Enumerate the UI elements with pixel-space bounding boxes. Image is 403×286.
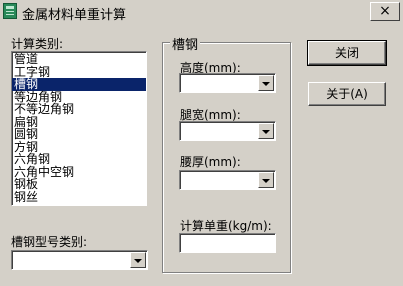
height-select[interactable] xyxy=(179,73,276,93)
category-list-item[interactable]: 管道 xyxy=(12,53,146,66)
type-label: 槽钢型号类别: xyxy=(11,235,88,249)
app-icon xyxy=(3,3,17,19)
category-list-item[interactable]: 钢板 xyxy=(12,178,146,191)
width-select[interactable] xyxy=(179,121,276,141)
unit-weight-output[interactable] xyxy=(179,233,276,253)
thickness-dropdown-icon[interactable] xyxy=(258,172,274,188)
category-label: 计算类别: xyxy=(11,37,64,51)
type-select[interactable] xyxy=(11,250,148,270)
height-dropdown-icon[interactable] xyxy=(258,75,274,91)
category-list-item[interactable]: 六角钢 xyxy=(12,153,146,166)
thickness-select[interactable] xyxy=(179,170,276,190)
title-bar: 金属材料单重计算 × xyxy=(0,0,403,24)
category-list-item[interactable]: 钢丝 xyxy=(12,190,146,204)
thickness-label: 腰厚(mm): xyxy=(180,155,241,169)
close-button[interactable]: 关闭 xyxy=(307,40,387,66)
category-list-item[interactable]: 不等边角钢 xyxy=(12,103,146,116)
category-listbox[interactable]: 管道 工字钢 槽钢 等边角钢 不等边角钢 扁钢 圆钢 方钢 六角钢 六角中空钢 钢板 钢丝 xyxy=(11,51,147,206)
about-button[interactable]: 关于(A) xyxy=(308,82,386,106)
window-close-button[interactable]: × xyxy=(370,2,400,21)
category-list-item[interactable]: 圆钢 xyxy=(12,128,146,141)
group-title: 槽钢 xyxy=(170,34,201,53)
category-list-item[interactable]: 槽钢 xyxy=(12,78,146,91)
type-select-dropdown-icon[interactable] xyxy=(130,252,146,268)
window-title: 金属材料单重计算 xyxy=(22,8,127,23)
unit-weight-label: 计算单重(kg/m): xyxy=(180,219,272,233)
width-dropdown-icon[interactable] xyxy=(258,123,274,139)
